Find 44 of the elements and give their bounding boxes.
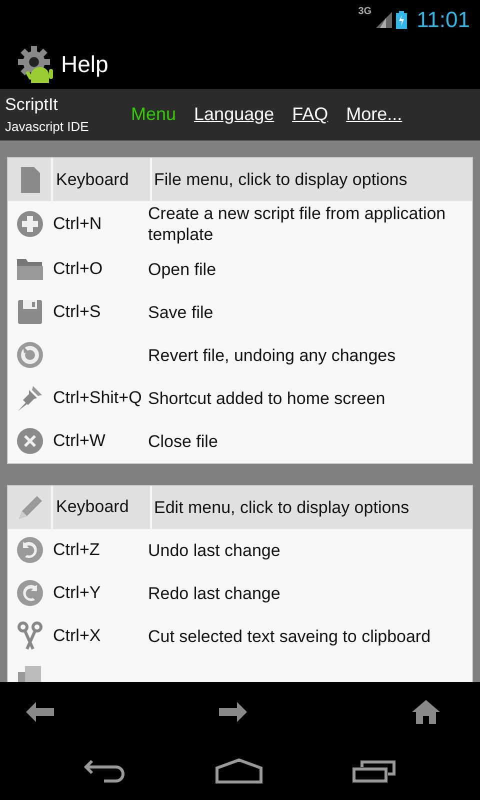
nav-link[interactable]: Language <box>194 104 274 126</box>
shortcut-key: Ctrl+Shit+Q <box>53 388 142 408</box>
plus-icon <box>14 209 44 240</box>
action-description: Save file <box>148 302 214 323</box>
action-description: Open file <box>148 258 216 280</box>
shortcut-key: Ctrl+N <box>53 214 102 234</box>
action-description: Shortcut added to home screen <box>148 388 386 409</box>
back-arrow-icon[interactable] <box>26 702 54 722</box>
nav-link[interactable]: Menu <box>131 104 176 126</box>
home-icon[interactable] <box>412 700 440 724</box>
section-title[interactable]: Edit menu, click to display options <box>152 486 472 529</box>
action-description: Revert file, undoing any changes <box>148 344 396 366</box>
shortcut-key: Ctrl+W <box>53 431 106 452</box>
undo-icon <box>14 535 44 566</box>
action-description: Undo last change <box>148 540 280 561</box>
shortcut-key: Ctrl+X <box>53 626 101 646</box>
redo-icon <box>14 578 44 608</box>
shortcut-key: Ctrl+O <box>53 259 103 280</box>
app-name: ScriptIt <box>5 95 59 116</box>
app-subtitle: Javascript IDE <box>5 119 90 134</box>
scissors-icon <box>14 621 44 652</box>
network-type: 3G <box>358 6 372 17</box>
section-title[interactable]: File menu, click to display options <box>152 158 472 202</box>
forward-arrow-icon[interactable] <box>219 702 247 722</box>
recent-apps-icon[interactable] <box>352 758 396 783</box>
close-icon <box>14 426 44 456</box>
signal-icon <box>376 12 392 28</box>
action-description: Create a new script file from application template <box>148 203 447 246</box>
nav-link[interactable]: FAQ <box>292 104 328 126</box>
back-icon[interactable] <box>84 758 126 783</box>
shortcut-key: Ctrl+S <box>53 302 101 322</box>
home-icon[interactable] <box>214 758 263 784</box>
column-header: Keyboard <box>53 158 150 202</box>
app-icon[interactable] <box>17 45 55 84</box>
nav-link[interactable]: More... <box>346 104 402 126</box>
action-description: Close file <box>148 430 218 452</box>
action-description: Redo last change <box>148 582 280 604</box>
shortcut-key: Ctrl+Y <box>53 583 101 604</box>
screen-title: Help <box>61 50 108 78</box>
shortcut-key: Ctrl+Z <box>53 540 100 560</box>
battery-icon <box>396 10 407 29</box>
clock: 11:01 <box>416 6 470 33</box>
column-header: Keyboard <box>53 486 150 529</box>
action-description: Cut selected text saveing to clipboard <box>148 626 431 647</box>
